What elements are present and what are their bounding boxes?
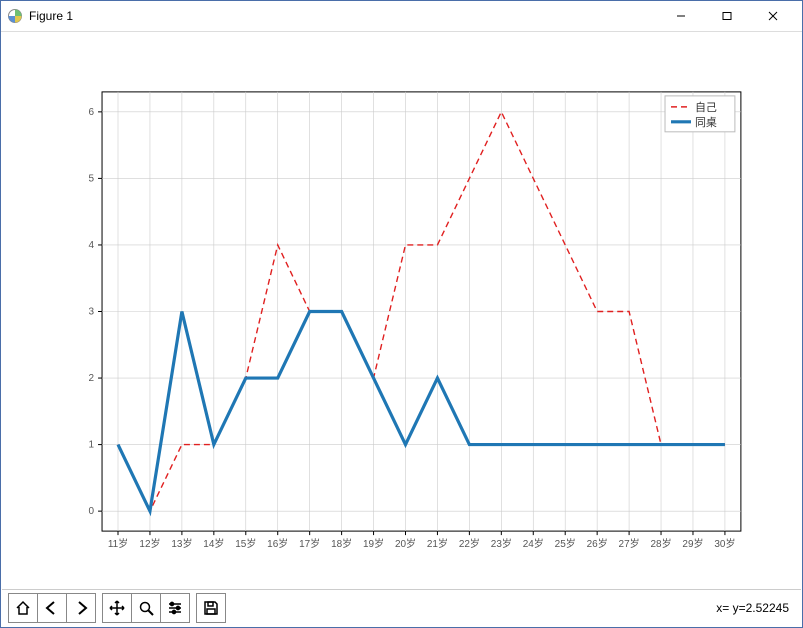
toolbar-back-button[interactable] [37,594,66,622]
x-tick-label: 19岁 [363,537,384,550]
legend: 自己同桌 [665,96,735,132]
y-tick-label: 4 [89,240,95,251]
legend-entry: 同桌 [695,116,717,129]
x-tick-label: 25岁 [555,537,576,550]
toolbar-pan-button[interactable] [103,594,131,622]
window-title: Figure 1 [29,9,73,23]
x-tick-label: 11岁 [108,537,128,550]
app-icon [7,8,23,24]
x-tick-label: 12岁 [139,537,160,550]
y-tick-label: 5 [89,173,95,184]
titlebar: Figure 1 [1,1,802,32]
x-tick-label: 16岁 [267,537,288,550]
plot-canvas[interactable]: 11岁 12岁 13岁 14岁 15岁 16岁 17岁 18岁 19岁 20岁 21岁 22岁 23岁 2… [2,32,801,589]
x-tick-label: 14岁 [203,537,224,550]
x-tick-label: 18岁 [331,537,352,550]
toolbar-home-button[interactable] [9,594,37,622]
x-tick-label: 30岁 [714,537,735,550]
y-tick-label: 3 [89,306,95,317]
toolbar-save-button[interactable] [197,594,225,622]
x-tick-label: 26岁 [587,537,608,550]
matplotlib-toolbar: x= y=2.52245 [2,589,801,626]
window-frame: Figure 1 11岁 12岁 13岁 14岁 15岁 16岁 17岁 18岁 19岁 20岁 2… [0,0,803,628]
x-tick-label: 24岁 [523,537,544,550]
y-tick-label: 2 [89,373,95,384]
x-tick-label: 17岁 [299,537,320,550]
x-tick-label: 29岁 [682,537,703,550]
close-button[interactable] [750,1,796,31]
toolbar-forward-button[interactable] [66,594,95,622]
toolbar-zoom-button[interactable] [131,594,160,622]
x-tick-label: 28岁 [651,537,672,550]
y-tick-label: 1 [89,440,95,451]
y-tick-label: 0 [89,506,95,517]
x-tick-label: 23岁 [491,537,512,550]
toolbar-configure-button[interactable] [160,594,189,622]
series-line-同桌 [118,311,725,511]
x-tick-label: 22岁 [459,537,480,550]
x-tick-label: 13岁 [171,537,192,550]
x-tick-label: 20岁 [395,537,416,550]
status-coords: x= y=2.52245 [716,601,795,615]
x-tick-label: 27岁 [619,537,640,550]
maximize-button[interactable] [704,1,750,31]
legend-entry: 自己 [695,101,717,114]
x-tick-label: 15岁 [235,537,256,550]
chart: 11岁 12岁 13岁 14岁 15岁 16岁 17岁 18岁 19岁 20岁 21岁 22岁 23岁 2… [2,32,801,589]
minimize-button[interactable] [658,1,704,31]
y-tick-label: 6 [89,107,95,118]
x-tick-label: 21岁 [427,537,448,550]
